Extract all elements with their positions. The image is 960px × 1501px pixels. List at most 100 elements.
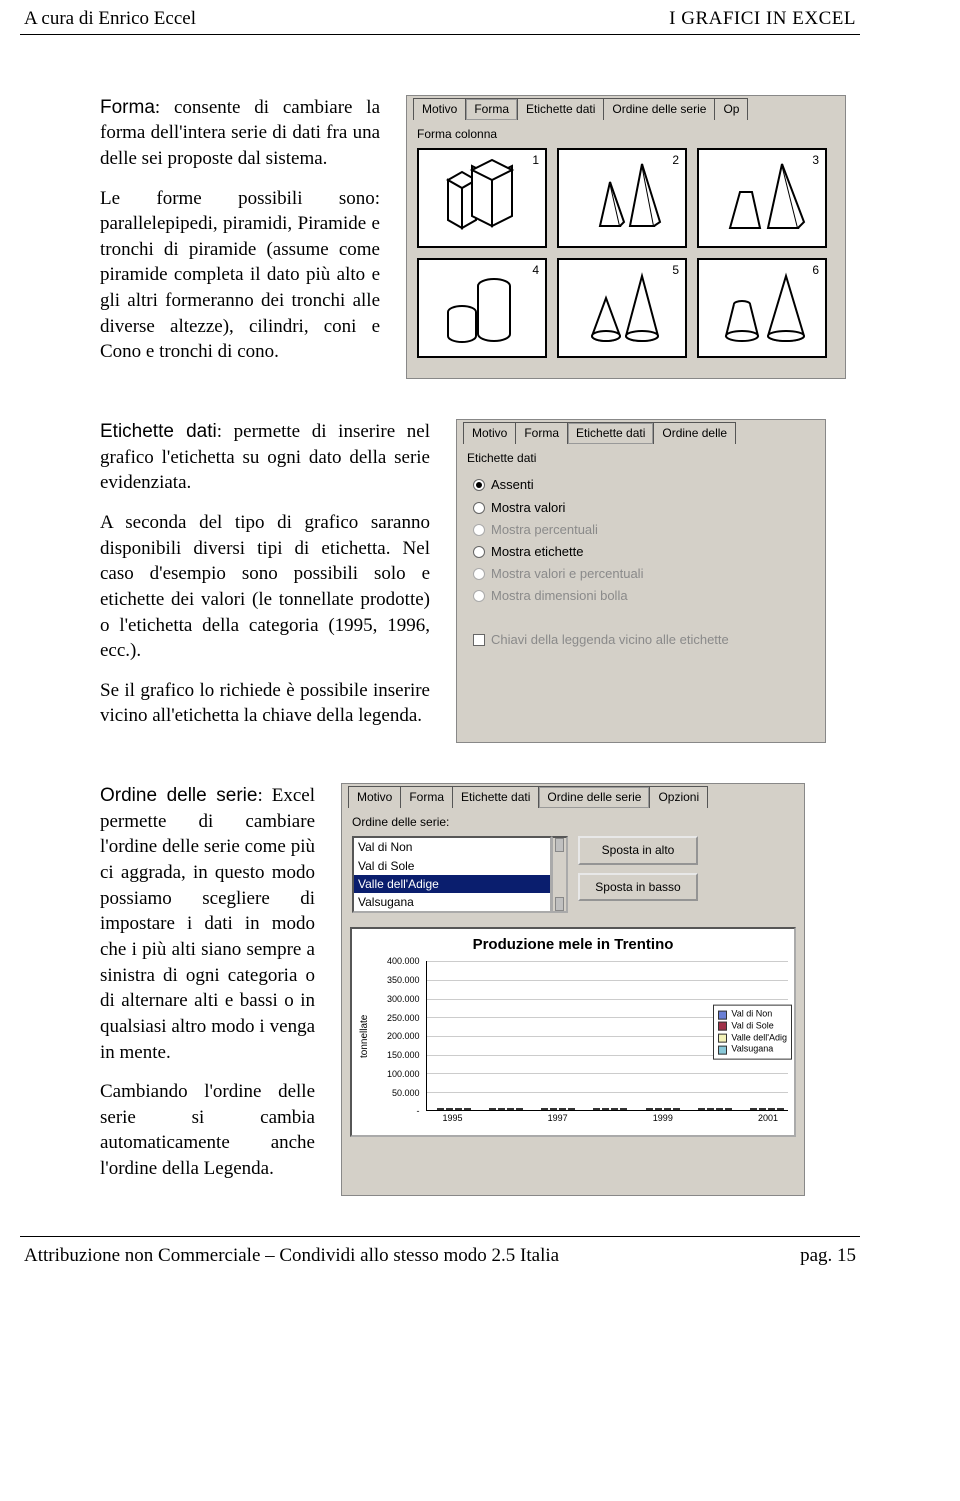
bar-cluster — [541, 1108, 575, 1110]
ytick: 150.000 — [374, 1049, 420, 1061]
sec1-p2: Le forme possibili sono: parallelepipedi… — [100, 186, 380, 365]
series-listbox[interactable]: Val di NonVal di SoleValle dell'AdigeVal… — [352, 836, 552, 913]
legend-label: Val di Sole — [731, 1021, 773, 1033]
tab-motivo[interactable]: Motivo — [463, 422, 516, 444]
shape-cylinder[interactable]: 4 — [417, 258, 547, 358]
tab-forma[interactable]: Forma — [515, 422, 568, 444]
bar-cluster — [437, 1108, 471, 1110]
radio-label: Mostra etichette — [491, 541, 584, 563]
xtick: 1997 — [542, 1112, 574, 1124]
xtick — [699, 1112, 731, 1124]
shape-cone[interactable]: 5 — [557, 258, 687, 358]
bar — [568, 1108, 575, 1110]
ytick: 400.000 — [374, 955, 420, 967]
header-left: A cura di Enrico Eccel — [24, 6, 196, 32]
listbox-scrollbar[interactable] — [552, 836, 568, 913]
bar — [507, 1108, 514, 1110]
bar — [446, 1108, 453, 1110]
bar — [516, 1108, 523, 1110]
bar — [750, 1108, 757, 1110]
tab-forma[interactable]: Forma — [465, 98, 518, 120]
sec3-lead: Ordine delle serie — [100, 785, 257, 806]
ytick: 250.000 — [374, 1012, 420, 1024]
sec1-lead: Forma — [100, 97, 155, 118]
tab-opzioni[interactable]: Op — [714, 98, 748, 120]
tab-opzioni[interactable]: Opzioni — [649, 786, 708, 808]
bar — [611, 1108, 618, 1110]
tab-ordine-serie[interactable]: Ordine delle serie — [603, 98, 715, 120]
legend-key-label: Chiavi della leggenda vicino alle etiche… — [491, 631, 729, 649]
radio-option[interactable] — [473, 546, 485, 558]
bar-cluster — [593, 1108, 627, 1110]
tab-etichette-dati[interactable]: Etichette dati — [517, 98, 604, 120]
xtick — [489, 1112, 521, 1124]
radio-option[interactable] — [473, 502, 485, 514]
radio-label: Mostra percentuali — [491, 519, 598, 541]
bar — [777, 1108, 784, 1110]
xtick: 1995 — [437, 1112, 469, 1124]
forma-group-label: Forma colonna — [407, 124, 845, 146]
sec3-p2: Cambiando l'ordine delle serie si cambia… — [100, 1079, 315, 1182]
legend-swatch — [718, 1034, 727, 1043]
move-down-button[interactable]: Sposta in basso — [578, 873, 698, 901]
shape-box[interactable]: 1 — [417, 148, 547, 248]
tab-motivo[interactable]: Motivo — [348, 786, 401, 808]
etichette-dialog: Motivo Forma Etichette dati Ordine delle… — [456, 419, 826, 743]
header-right: I GRAFICI IN EXCEL — [669, 6, 856, 32]
radio-option — [473, 590, 485, 602]
bar — [725, 1108, 732, 1110]
sec3-p1: Ordine delle serie: Excel permette di ca… — [100, 783, 315, 1065]
ytick: - — [374, 1105, 420, 1117]
bar-cluster — [698, 1108, 732, 1110]
ytick: 100.000 — [374, 1068, 420, 1080]
bar — [768, 1108, 775, 1110]
move-up-button[interactable]: Sposta in alto — [578, 836, 698, 864]
xtick: 1999 — [647, 1112, 679, 1124]
ytick: 350.000 — [374, 974, 420, 986]
list-item[interactable]: Valle dell'Adige — [354, 875, 550, 893]
bar — [559, 1108, 566, 1110]
legend-key-checkbox[interactable] — [473, 634, 485, 646]
tab-forma[interactable]: Forma — [400, 786, 453, 808]
radio-option — [473, 524, 485, 536]
bar — [489, 1108, 496, 1110]
sec2-lead: Etichette dati — [100, 421, 217, 442]
bar — [602, 1108, 609, 1110]
ytick: 300.000 — [374, 993, 420, 1005]
sec2-p2: A seconda del tipo di grafico saranno di… — [100, 510, 430, 664]
bar-cluster — [646, 1108, 680, 1110]
radio-label: Mostra valori e percentuali — [491, 563, 643, 585]
bar — [716, 1108, 723, 1110]
tab-motivo[interactable]: Motivo — [413, 98, 466, 120]
bar — [673, 1108, 680, 1110]
tab-etichette-dati[interactable]: Etichette dati — [567, 422, 654, 444]
xtick — [594, 1112, 626, 1124]
chart-ylabel: tonnellate — [356, 961, 374, 1111]
bar-cluster — [489, 1108, 523, 1110]
bar — [437, 1108, 444, 1110]
list-item[interactable]: Val di Non — [354, 838, 550, 856]
tab-ordine-serie[interactable]: Ordine delle serie — [538, 786, 650, 808]
tab-etichette-dati[interactable]: Etichette dati — [452, 786, 539, 808]
tab-ordine-serie[interactable]: Ordine delle — [653, 422, 736, 444]
list-item[interactable]: Val di Sole — [354, 857, 550, 875]
radio-label: Mostra valori — [491, 497, 565, 519]
legend-label: Valle dell'Adig — [731, 1032, 787, 1044]
legend-swatch — [718, 1045, 727, 1054]
legend-swatch — [718, 1022, 727, 1031]
sec2-p1: Etichette dati: permette di inserire nel… — [100, 419, 430, 496]
bar — [707, 1108, 714, 1110]
legend-swatch — [718, 1010, 727, 1019]
bar — [455, 1108, 462, 1110]
list-item[interactable]: Valsugana — [354, 893, 550, 911]
legend-label: Valsugana — [731, 1044, 773, 1056]
shape-cone-trunc[interactable]: 6 — [697, 258, 827, 358]
shape-pyramid-trunc[interactable]: 3 — [697, 148, 827, 248]
etichette-group-label: Etichette dati — [457, 448, 825, 470]
bar — [541, 1108, 548, 1110]
bar — [698, 1108, 705, 1110]
bar — [759, 1108, 766, 1110]
sec2-p3: Se il grafico lo richiede è possibile in… — [100, 678, 430, 729]
radio-option[interactable] — [473, 479, 485, 491]
shape-pyramid[interactable]: 2 — [557, 148, 687, 248]
